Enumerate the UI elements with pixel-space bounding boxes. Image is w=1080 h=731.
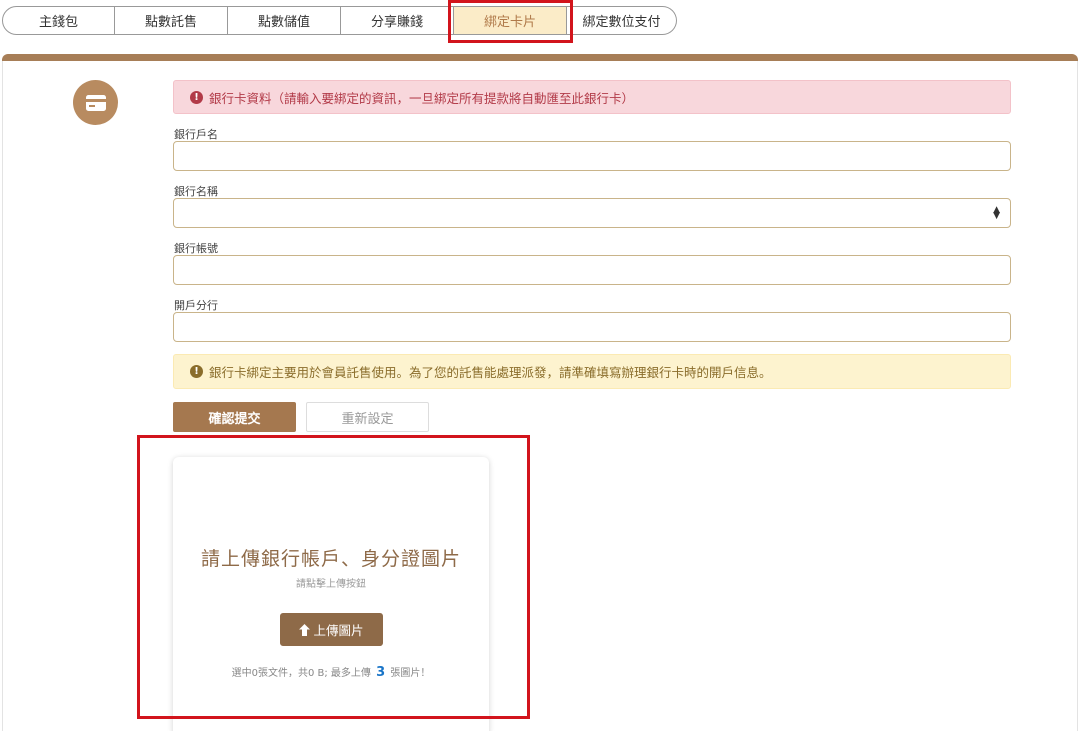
reset-button[interactable]: 重新設定 — [306, 402, 429, 432]
upload-max-count: 3 — [376, 665, 386, 680]
upload-subtitle: 請點擊上傳按鈕 — [296, 579, 366, 590]
upload-title: 請上傳銀行帳戶、身分證圖片 — [200, 548, 461, 570]
account-number-label: 銀行帳號 — [174, 242, 218, 255]
bank-name-label: 銀行名稱 — [174, 185, 218, 198]
select-arrows-icon: ▲ ▼ — [993, 205, 1000, 221]
tab-main-wallet[interactable]: 主錢包 — [2, 6, 115, 35]
tab-bind-card[interactable]: 綁定卡片 — [454, 6, 567, 35]
account-name-input[interactable] — [173, 141, 1011, 171]
bank-card-usage-warning-text: 銀行卡綁定主要用於會員託售使用。為了您的託售能處理派發，請準確填寫辦理銀行卡時的… — [209, 365, 772, 380]
tab-points-consign[interactable]: 點數託售 — [115, 6, 228, 35]
account-number-input[interactable] — [173, 255, 1011, 285]
bank-info-alert: ! 銀行卡資料（請輸入要綁定的資訊，一旦綁定所有提款將自動匯至此銀行卡） — [173, 80, 1011, 114]
branch-input[interactable] — [173, 312, 1011, 342]
submit-button[interactable]: 確認提交 — [173, 402, 296, 432]
account-name-label: 銀行戶名 — [174, 128, 218, 141]
upload-file-info: 選中0張文件，共0 B; 最多上傳 3 張圖片！ — [173, 664, 489, 680]
tab-bar: 主錢包 點數託售 點數儲值 分享賺錢 綁定卡片 綁定數位支付 — [2, 6, 677, 35]
tab-share-earn[interactable]: 分享賺錢 — [341, 6, 454, 35]
exclamation-circle-icon: ! — [190, 90, 203, 104]
upload-card — [173, 457, 489, 731]
upload-info-suffix: 張圖片！ — [390, 668, 431, 679]
exclamation-circle-icon: ! — [190, 365, 203, 378]
upload-info-prefix: 選中0張文件，共0 B; 最多上傳 — [231, 668, 371, 679]
upload-image-button-label: 上傳圖片 — [313, 624, 364, 638]
credit-card-icon — [73, 80, 118, 125]
upload-image-button[interactable]: 上傳圖片 — [280, 613, 383, 646]
bank-name-select[interactable]: ▲ ▼ — [173, 198, 1011, 228]
bank-card-usage-warning: ! 銀行卡綁定主要用於會員託售使用。為了您的託售能處理派發，請準確填寫辦理銀行卡… — [173, 354, 1011, 389]
tab-bind-digital-pay[interactable]: 綁定數位支付 — [567, 6, 677, 35]
panel-top-bar — [2, 54, 1078, 61]
branch-label: 開戶分行 — [174, 299, 218, 312]
tab-points-topup[interactable]: 點數儲值 — [228, 6, 341, 35]
bank-info-alert-text: 銀行卡資料（請輸入要綁定的資訊，一旦綁定所有提款將自動匯至此銀行卡） — [209, 90, 635, 106]
arrow-up-icon — [299, 623, 311, 636]
